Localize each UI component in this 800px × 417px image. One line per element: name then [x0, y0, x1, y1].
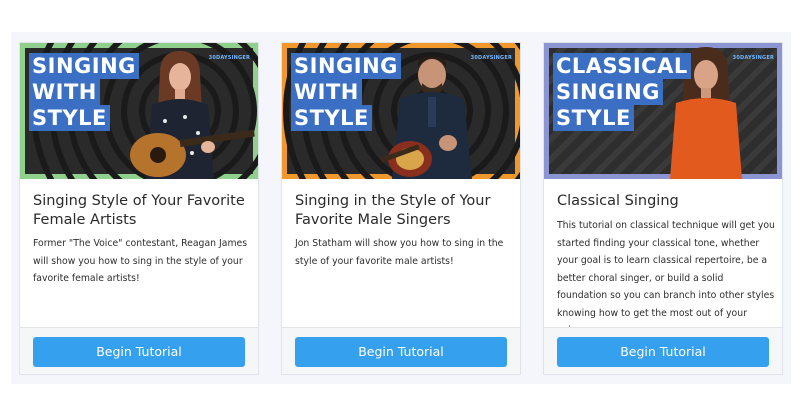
- thumbnail-banner: SINGING WITH STYLE: [29, 53, 139, 131]
- begin-tutorial-button[interactable]: Begin Tutorial: [33, 337, 245, 367]
- course-card-female-artists: SINGING WITH STYLE 30DAYSINGER Singing S…: [19, 42, 259, 375]
- course-thumbnail[interactable]: SINGING WITH STYLE 30DAYSINGER: [20, 43, 258, 179]
- begin-tutorial-button[interactable]: Begin Tutorial: [557, 337, 769, 367]
- banner-line: WITH: [29, 79, 100, 105]
- card-footer: Begin Tutorial: [282, 327, 520, 374]
- banner-line: WITH: [291, 79, 362, 105]
- banner-line: STYLE: [29, 105, 110, 131]
- banner-line: SINGING: [553, 79, 663, 105]
- begin-tutorial-button[interactable]: Begin Tutorial: [295, 337, 507, 367]
- brand-logo: 30DAYSINGER: [732, 55, 774, 61]
- banner-line: CLASSICAL: [553, 53, 691, 79]
- course-card-classical-singing: CLASSICAL SINGING STYLE 30DAYSINGER Clas…: [543, 42, 783, 375]
- brand-logo: 30DAYSINGER: [470, 55, 512, 61]
- course-title: Singing Style of Your Favorite Female Ar…: [33, 193, 245, 228]
- thumbnail-banner: SINGING WITH STYLE: [291, 53, 401, 131]
- course-title: Singing in the Style of Your Favorite Ma…: [295, 193, 491, 228]
- course-thumbnail[interactable]: CLASSICAL SINGING STYLE 30DAYSINGER: [544, 43, 782, 179]
- card-footer: Begin Tutorial: [20, 327, 258, 374]
- banner-line: STYLE: [553, 105, 634, 131]
- banner-line: SINGING: [29, 53, 139, 79]
- course-thumbnail[interactable]: SINGING WITH STYLE 30DAYSINGER: [282, 43, 520, 179]
- brand-logo: 30DAYSINGER: [208, 55, 250, 61]
- course-description: Former "The Voice" contestant, Reagan Ja…: [33, 238, 248, 284]
- course-description: Jon Statham will show you how to sing in…: [295, 238, 504, 267]
- thumbnail-banner: CLASSICAL SINGING STYLE: [553, 53, 691, 131]
- card-footer: Begin Tutorial: [544, 327, 782, 374]
- banner-line: SINGING: [291, 53, 401, 79]
- banner-line: STYLE: [291, 105, 372, 131]
- course-description: This tutorial on classical technique wil…: [557, 220, 775, 336]
- course-card-male-singers: SINGING WITH STYLE 30DAYSINGER Singing i…: [281, 42, 521, 375]
- course-title: Classical Singing: [557, 193, 679, 209]
